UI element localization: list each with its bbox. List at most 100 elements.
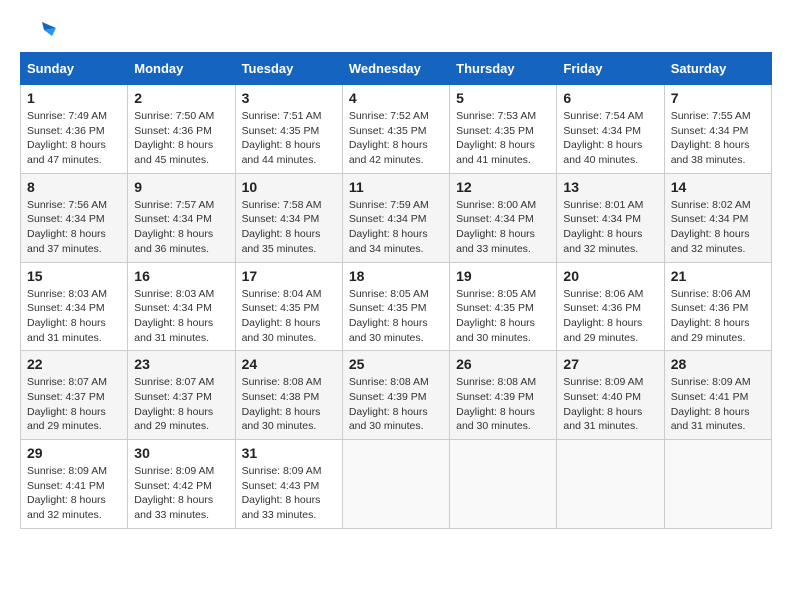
day-number: 7 bbox=[671, 90, 765, 106]
day-detail: Sunrise: 8:03 AMSunset: 4:34 PMDaylight:… bbox=[27, 287, 121, 346]
day-number: 16 bbox=[134, 268, 228, 284]
page-header bbox=[20, 20, 772, 36]
col-header-wednesday: Wednesday bbox=[342, 53, 449, 85]
day-number: 6 bbox=[563, 90, 657, 106]
day-number: 15 bbox=[27, 268, 121, 284]
calendar-cell: 25 Sunrise: 8:08 AMSunset: 4:39 PMDayligh… bbox=[342, 351, 449, 440]
day-number: 11 bbox=[349, 179, 443, 195]
day-detail: Sunrise: 8:06 AMSunset: 4:36 PMDaylight:… bbox=[563, 287, 657, 346]
week-row-5: 29 Sunrise: 8:09 AMSunset: 4:41 PMDayligh… bbox=[21, 440, 772, 529]
day-detail: Sunrise: 8:06 AMSunset: 4:36 PMDaylight:… bbox=[671, 287, 765, 346]
week-row-1: 1Sunrise: 7:49 AMSunset: 4:36 PMDaylight… bbox=[21, 85, 772, 174]
day-detail: Sunrise: 8:03 AMSunset: 4:34 PMDaylight:… bbox=[134, 287, 228, 346]
calendar-table: SundayMondayTuesdayWednesdayThursdayFrid… bbox=[20, 52, 772, 529]
calendar-cell: 31 Sunrise: 8:09 AMSunset: 4:43 PMDayligh… bbox=[235, 440, 342, 529]
day-number: 17 bbox=[242, 268, 336, 284]
calendar-cell: 6 Sunrise: 7:54 AMSunset: 4:34 PMDaylight… bbox=[557, 85, 664, 174]
day-number: 28 bbox=[671, 356, 765, 372]
calendar-cell: 16 Sunrise: 8:03 AMSunset: 4:34 PMDayligh… bbox=[128, 262, 235, 351]
col-header-thursday: Thursday bbox=[450, 53, 557, 85]
day-detail: Sunrise: 7:54 AMSunset: 4:34 PMDaylight:… bbox=[563, 109, 657, 168]
day-detail: Sunrise: 8:09 AMSunset: 4:40 PMDaylight:… bbox=[563, 375, 657, 434]
logo-bird-icon bbox=[24, 20, 56, 42]
calendar-cell: 23 Sunrise: 8:07 AMSunset: 4:37 PMDayligh… bbox=[128, 351, 235, 440]
calendar-cell: 4 Sunrise: 7:52 AMSunset: 4:35 PMDaylight… bbox=[342, 85, 449, 174]
calendar-cell: 27 Sunrise: 8:09 AMSunset: 4:40 PMDayligh… bbox=[557, 351, 664, 440]
calendar-cell: 19Sunrise: 8:05 AMSunset: 4:35 PMDayligh… bbox=[450, 262, 557, 351]
day-number: 20 bbox=[563, 268, 657, 284]
col-header-tuesday: Tuesday bbox=[235, 53, 342, 85]
day-number: 29 bbox=[27, 445, 121, 461]
day-number: 23 bbox=[134, 356, 228, 372]
calendar-cell: 28 Sunrise: 8:09 AMSunset: 4:41 PMDayligh… bbox=[664, 351, 771, 440]
day-number: 19 bbox=[456, 268, 550, 284]
calendar-cell bbox=[450, 440, 557, 529]
day-detail: Sunrise: 8:09 AMSunset: 4:42 PMDaylight:… bbox=[134, 464, 228, 523]
day-number: 26 bbox=[456, 356, 550, 372]
col-header-saturday: Saturday bbox=[664, 53, 771, 85]
day-detail: Sunrise: 7:55 AMSunset: 4:34 PMDaylight:… bbox=[671, 109, 765, 168]
day-detail: Sunrise: 8:08 AMSunset: 4:39 PMDaylight:… bbox=[349, 375, 443, 434]
day-number: 21 bbox=[671, 268, 765, 284]
day-detail: Sunrise: 8:09 AMSunset: 4:43 PMDaylight:… bbox=[242, 464, 336, 523]
calendar-cell: 20 Sunrise: 8:06 AMSunset: 4:36 PMDayligh… bbox=[557, 262, 664, 351]
day-detail: Sunrise: 8:07 AMSunset: 4:37 PMDaylight:… bbox=[27, 375, 121, 434]
calendar-cell bbox=[342, 440, 449, 529]
calendar-cell: 11Sunrise: 7:59 AMSunset: 4:34 PMDayligh… bbox=[342, 173, 449, 262]
week-row-4: 22 Sunrise: 8:07 AMSunset: 4:37 PMDayligh… bbox=[21, 351, 772, 440]
calendar-cell: 5Sunrise: 7:53 AMSunset: 4:35 PMDaylight… bbox=[450, 85, 557, 174]
calendar-cell: 22 Sunrise: 8:07 AMSunset: 4:37 PMDayligh… bbox=[21, 351, 128, 440]
day-number: 3 bbox=[242, 90, 336, 106]
calendar-cell: 30 Sunrise: 8:09 AMSunset: 4:42 PMDayligh… bbox=[128, 440, 235, 529]
day-number: 18 bbox=[349, 268, 443, 284]
calendar-cell: 9Sunrise: 7:57 AMSunset: 4:34 PMDaylight… bbox=[128, 173, 235, 262]
day-number: 12 bbox=[456, 179, 550, 195]
calendar-cell: 12 Sunrise: 8:00 AMSunset: 4:34 PMDayligh… bbox=[450, 173, 557, 262]
day-number: 31 bbox=[242, 445, 336, 461]
calendar-cell: 13Sunrise: 8:01 AMSunset: 4:34 PMDayligh… bbox=[557, 173, 664, 262]
calendar-cell: 29 Sunrise: 8:09 AMSunset: 4:41 PMDayligh… bbox=[21, 440, 128, 529]
day-detail: Sunrise: 7:56 AMSunset: 4:34 PMDaylight:… bbox=[27, 198, 121, 257]
col-header-friday: Friday bbox=[557, 53, 664, 85]
week-row-2: 8 Sunrise: 7:56 AMSunset: 4:34 PMDaylight… bbox=[21, 173, 772, 262]
calendar-cell: 1Sunrise: 7:49 AMSunset: 4:36 PMDaylight… bbox=[21, 85, 128, 174]
day-number: 25 bbox=[349, 356, 443, 372]
calendar-cell: 7 Sunrise: 7:55 AMSunset: 4:34 PMDaylight… bbox=[664, 85, 771, 174]
day-detail: Sunrise: 8:00 AMSunset: 4:34 PMDaylight:… bbox=[456, 198, 550, 257]
day-number: 24 bbox=[242, 356, 336, 372]
day-number: 8 bbox=[27, 179, 121, 195]
day-detail: Sunrise: 8:04 AMSunset: 4:35 PMDaylight:… bbox=[242, 287, 336, 346]
day-detail: Sunrise: 8:07 AMSunset: 4:37 PMDaylight:… bbox=[134, 375, 228, 434]
day-number: 2 bbox=[134, 90, 228, 106]
day-detail: Sunrise: 8:05 AMSunset: 4:35 PMDaylight:… bbox=[349, 287, 443, 346]
day-detail: Sunrise: 8:09 AMSunset: 4:41 PMDaylight:… bbox=[27, 464, 121, 523]
calendar-cell: 21 Sunrise: 8:06 AMSunset: 4:36 PMDayligh… bbox=[664, 262, 771, 351]
calendar-cell: 10 Sunrise: 7:58 AMSunset: 4:34 PMDayligh… bbox=[235, 173, 342, 262]
calendar-cell: 2 Sunrise: 7:50 AMSunset: 4:36 PMDaylight… bbox=[128, 85, 235, 174]
calendar-cell: 3Sunrise: 7:51 AMSunset: 4:35 PMDaylight… bbox=[235, 85, 342, 174]
day-number: 27 bbox=[563, 356, 657, 372]
calendar-cell: 18 Sunrise: 8:05 AMSunset: 4:35 PMDayligh… bbox=[342, 262, 449, 351]
day-number: 4 bbox=[349, 90, 443, 106]
week-row-3: 15 Sunrise: 8:03 AMSunset: 4:34 PMDayligh… bbox=[21, 262, 772, 351]
calendar-cell: 14 Sunrise: 8:02 AMSunset: 4:34 PMDayligh… bbox=[664, 173, 771, 262]
day-detail: Sunrise: 7:53 AMSunset: 4:35 PMDaylight:… bbox=[456, 109, 550, 168]
day-detail: Sunrise: 7:52 AMSunset: 4:35 PMDaylight:… bbox=[349, 109, 443, 168]
col-header-sunday: Sunday bbox=[21, 53, 128, 85]
day-detail: Sunrise: 8:09 AMSunset: 4:41 PMDaylight:… bbox=[671, 375, 765, 434]
logo bbox=[20, 20, 56, 36]
day-number: 14 bbox=[671, 179, 765, 195]
calendar-cell: 8 Sunrise: 7:56 AMSunset: 4:34 PMDaylight… bbox=[21, 173, 128, 262]
day-number: 30 bbox=[134, 445, 228, 461]
day-detail: Sunrise: 7:58 AMSunset: 4:34 PMDaylight:… bbox=[242, 198, 336, 257]
calendar-cell: 24Sunrise: 8:08 AMSunset: 4:38 PMDayligh… bbox=[235, 351, 342, 440]
day-detail: Sunrise: 7:50 AMSunset: 4:36 PMDaylight:… bbox=[134, 109, 228, 168]
day-number: 9 bbox=[134, 179, 228, 195]
calendar-cell bbox=[557, 440, 664, 529]
day-detail: Sunrise: 7:49 AMSunset: 4:36 PMDaylight:… bbox=[27, 109, 121, 168]
day-number: 22 bbox=[27, 356, 121, 372]
day-detail: Sunrise: 8:02 AMSunset: 4:34 PMDaylight:… bbox=[671, 198, 765, 257]
col-header-monday: Monday bbox=[128, 53, 235, 85]
calendar-cell: 15 Sunrise: 8:03 AMSunset: 4:34 PMDayligh… bbox=[21, 262, 128, 351]
day-number: 10 bbox=[242, 179, 336, 195]
